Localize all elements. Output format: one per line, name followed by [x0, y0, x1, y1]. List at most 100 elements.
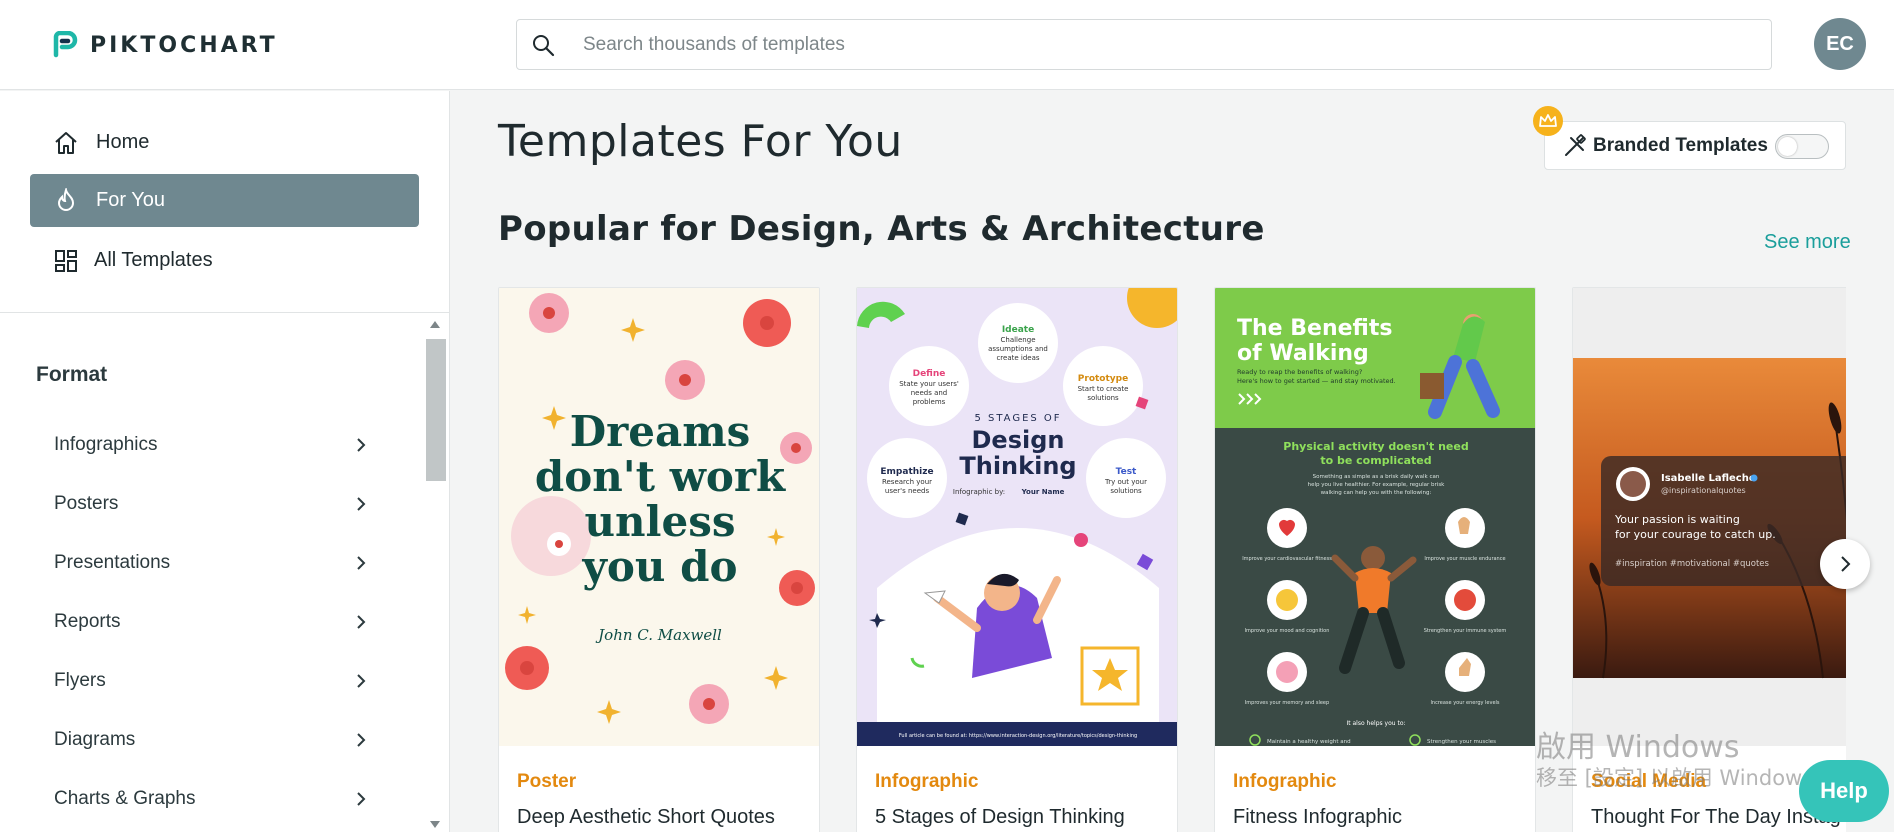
format-item-posters[interactable]: Posters: [54, 484, 368, 524]
fitness-also-label: It also helps you to:: [1346, 720, 1405, 727]
format-item-infographics[interactable]: Infographics: [54, 425, 368, 465]
section-title: Popular for Design, Arts & Architecture: [498, 209, 1265, 249]
stage-empathize: Empathize: [880, 467, 933, 477]
scroll-thumb[interactable]: [426, 339, 446, 481]
template-search-bar[interactable]: [516, 19, 1772, 70]
template-thumbnail[interactable]: Dreams don't work unless you do John C. …: [499, 288, 819, 746]
fitness-heading-2: to be complicated: [1320, 454, 1431, 467]
brand-tools-icon: [1565, 133, 1586, 156]
social-media-quote-image: Isabelle Lafleche @inspirationalquotes Y…: [1573, 288, 1846, 746]
chevron-right-icon: [357, 438, 366, 452]
format-item-diagrams[interactable]: Diagrams: [54, 720, 368, 760]
post-tags: #inspiration #motivational #quotes: [1615, 559, 1770, 569]
poster-line-2: don't work: [535, 452, 786, 501]
design-footer: Full article can be found at: https://ww…: [899, 733, 1137, 739]
fitness-benefit-5: Improves your memory and sleep: [1245, 700, 1329, 706]
grid-icon: [52, 247, 80, 275]
fitness-benefit-2: Improve your muscle endurance: [1424, 556, 1505, 562]
stage-empathize-desc: Research your user's needs: [881, 478, 933, 495]
format-item-flyers[interactable]: Flyers: [54, 661, 368, 701]
branded-templates-toggle-box[interactable]: Branded Templates: [1544, 121, 1846, 170]
poster-line-1: Dreams: [570, 407, 751, 456]
stage-ideate: Ideate: [1002, 325, 1034, 335]
format-item-label: Infographics: [54, 434, 158, 455]
sidebar-item-label: Home: [96, 131, 150, 153]
search-icon: [533, 34, 555, 56]
fitness-benefit-4: Strengthen your immune system: [1424, 628, 1507, 634]
search-input[interactable]: [583, 33, 1683, 56]
branded-templates-switch[interactable]: [1775, 134, 1829, 159]
fitness-subtitle-1: Ready to reap the benefits of walking?: [1237, 368, 1362, 376]
poster-author: John C. Maxwell: [595, 626, 722, 644]
piktochart-logo-icon: [53, 31, 78, 58]
branded-templates-label: Branded Templates: [1593, 134, 1768, 156]
scroll-up-arrow-icon[interactable]: [430, 321, 440, 328]
fitness-body-1: Something as simple as a brisk daily wal…: [1313, 474, 1440, 480]
format-item-reports[interactable]: Reports: [54, 602, 368, 642]
fitness-title-2: of Walking: [1237, 341, 1369, 366]
logo-text: PIKTOCHART: [90, 32, 278, 58]
poster-line-3: unless: [584, 497, 735, 546]
post-username: Isabelle Lafleche: [1661, 473, 1756, 484]
crown-icon: [1533, 106, 1563, 136]
template-name: Deep Aesthetic Short Quotes: [517, 806, 775, 828]
design-title-2: Thinking: [959, 452, 1076, 480]
sidebar-item-label: For You: [96, 189, 165, 211]
fitness-benefit-1: Improve your cardiovascular fitness: [1242, 556, 1332, 562]
sidebar-item-for-you[interactable]: For You: [30, 174, 419, 227]
template-thumbnail[interactable]: Ideate Define Prototype Empathize Test C…: [857, 288, 1177, 746]
template-card-design-thinking[interactable]: Ideate Define Prototype Empathize Test C…: [856, 287, 1178, 832]
stage-test-desc: Try out your solutions: [1105, 478, 1147, 495]
post-quote-2: for your courage to catch up.: [1615, 528, 1776, 541]
format-item-presentations[interactable]: Presentations: [54, 543, 368, 583]
stage-test: Test: [1116, 467, 1137, 477]
sidebar-item-label: All Templates: [94, 249, 213, 271]
fitness-also-2: Strengthen your muscles: [1427, 739, 1496, 745]
sidebar-item-home[interactable]: Home: [30, 116, 419, 169]
sidebar: Home For You All Templates Format Infogr…: [0, 91, 450, 832]
chevron-right-icon: [1841, 556, 1851, 572]
stage-prototype: Prototype: [1078, 374, 1128, 384]
top-header: PIKTOCHART EC: [0, 0, 1894, 90]
piktochart-logo[interactable]: PIKTOCHART: [52, 30, 278, 60]
fitness-infographic-image: The Benefits of Walking Ready to reap th…: [1215, 288, 1535, 746]
template-category: Poster: [517, 771, 577, 792]
quote-poster-image: Dreams don't work unless you do John C. …: [499, 288, 819, 746]
home-icon: [52, 129, 80, 157]
fitness-also-1: Maintain a healthy weight and: [1267, 739, 1351, 745]
carousel-next-button[interactable]: [1820, 539, 1870, 589]
fitness-heading-1: Physical activity doesn't need: [1283, 440, 1468, 453]
template-name: Thought For The Day Instag: [1591, 806, 1841, 828]
fitness-subtitle-2: Here's how to get started — and stay mot…: [1237, 377, 1396, 385]
fitness-title-1: The Benefits: [1237, 316, 1392, 341]
user-avatar[interactable]: EC: [1814, 18, 1866, 70]
format-item-label: Presentations: [54, 552, 171, 573]
design-thinking-image: Ideate Define Prototype Empathize Test C…: [857, 288, 1177, 746]
template-card-deep-aesthetic[interactable]: Dreams don't work unless you do John C. …: [498, 287, 820, 832]
template-thumbnail[interactable]: Isabelle Lafleche @inspirationalquotes Y…: [1573, 288, 1846, 746]
sidebar-divider: [0, 312, 450, 313]
template-thumbnail[interactable]: The Benefits of Walking Ready to reap th…: [1215, 288, 1535, 746]
chevron-right-icon: [357, 733, 366, 747]
scroll-down-arrow-icon[interactable]: [430, 821, 440, 828]
stage-define-desc: State your users' needs and problems: [899, 380, 959, 406]
sidebar-scrollbar[interactable]: [424, 321, 446, 832]
stage-prototype-desc: Start to create solutions: [1077, 385, 1129, 402]
chevron-right-icon: [357, 615, 366, 629]
template-name: 5 Stages of Design Thinking: [875, 806, 1125, 828]
chevron-right-icon: [357, 556, 366, 570]
poster-line-4: you do: [582, 542, 738, 591]
stage-ideate-desc: Challenge assumptions and create ideas: [988, 336, 1048, 362]
see-more-link[interactable]: See more: [1764, 231, 1851, 254]
format-item-label: Reports: [54, 611, 121, 632]
format-item-label: Charts & Graphs: [54, 788, 196, 809]
design-title-top: 5 STAGES OF: [974, 413, 1061, 424]
format-item-label: Posters: [54, 493, 119, 514]
template-card-fitness-infographic[interactable]: The Benefits of Walking Ready to reap th…: [1214, 287, 1536, 832]
format-item-charts-graphs[interactable]: Charts & Graphs: [54, 779, 368, 819]
stage-define: Define: [913, 369, 946, 379]
template-category: Infographic: [1233, 771, 1337, 792]
help-button[interactable]: Help: [1799, 760, 1889, 822]
sidebar-item-all-templates[interactable]: All Templates: [30, 234, 419, 287]
windows-activation-hint: 移至 [設定] 以啟用 Windows。: [1536, 766, 1835, 790]
